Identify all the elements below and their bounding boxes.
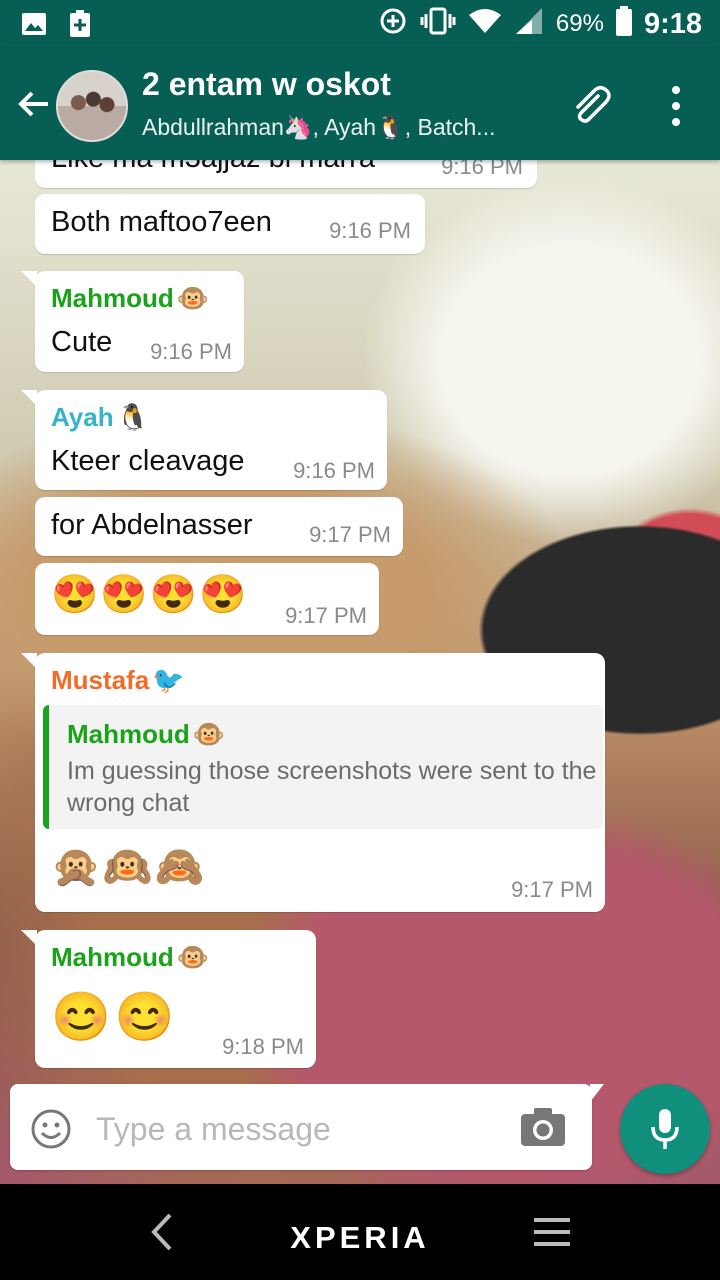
sender-name: Mahmoud [51,283,174,313]
message-time: 9:16 PM [293,458,375,483]
smiley-icon[interactable] [30,1108,72,1150]
message-text: Both maftoo7een [51,206,272,238]
image-icon [20,10,48,38]
back-arrow-icon[interactable] [14,84,54,124]
message-time: 9:17 PM [285,603,367,628]
status-bar: 69% 9:18 [0,0,720,48]
quote-text: Im guessing those screenshots were sent … [67,757,597,817]
clock: 9:18 [643,7,702,40]
data-saver-icon [378,6,408,43]
quote-sender-name: Mahmoud [67,719,190,749]
quote-sender: Mahmoud 🐵 [67,719,225,750]
more-vert-icon[interactable] [660,84,692,128]
sender-emoji: 🐧 [116,402,149,432]
message-bubble[interactable]: 😍😍😍😍 9:17 PM [35,563,379,635]
camera-icon[interactable] [520,1106,566,1148]
chat-header: 2 entam w oskot Abdullrahman🦄, Ayah🐧, Ba… [0,48,720,160]
mic-button[interactable] [620,1084,710,1174]
message-time: 9:17 PM [511,877,593,902]
message-text: for Abdelnasser [51,509,253,541]
message-input[interactable] [94,1102,498,1156]
compose-bar [10,1084,604,1170]
sender-emoji: 🐦 [152,665,185,695]
message-sender: Mustafa 🐦 [51,665,185,696]
message-time: 9:16 PM [329,218,411,243]
quoted-message[interactable]: Mahmoud 🐵 Im guessing those screenshots w… [43,705,603,829]
message-bubble[interactable]: Like ma m3ajjaz bi marra 9:16 PM [35,160,537,188]
message-text: Cute [51,326,113,358]
message-time: 9:16 PM [150,339,232,364]
sender-name: Mahmoud [51,942,174,972]
signal-icon [514,6,544,43]
message-bubble[interactable]: Both maftoo7een 9:16 PM [35,194,425,254]
message-bubble[interactable]: Mahmoud 🐵 Cute 9:16 PM [21,271,244,372]
message-sender: Ayah 🐧 [51,402,149,433]
message-time: 9:17 PM [309,522,391,547]
vibrate-icon [420,6,456,43]
chat-title[interactable]: 2 entam w oskot [142,66,391,103]
plus-icon [66,10,94,38]
wifi-icon [468,7,502,42]
message-emojis: 😍😍😍😍 [51,574,249,616]
system-nav-bar: XPERIA [0,1184,720,1280]
message-text: Kteer cleavage [51,445,245,477]
sender-emoji: 🐵 [176,942,210,972]
attach-icon[interactable] [568,82,614,128]
sender-name: Ayah [51,402,114,432]
nav-menu-icon[interactable] [532,1216,572,1248]
message-bubble[interactable]: Mahmoud 🐵 😊😊 9:18 PM [21,930,316,1068]
message-bubble[interactable]: for Abdelnasser 9:17 PM [35,497,403,556]
quote-sender-emoji: 🐵 [192,719,226,749]
message-text: Like ma m3ajjaz bi marra [51,160,375,175]
battery-icon [615,5,632,43]
message-bubble[interactable]: Ayah 🐧 Kteer cleavage 9:16 PM [21,390,387,490]
group-avatar[interactable] [56,70,128,142]
message-time: 9:18 PM [222,1034,304,1059]
battery-percent: 69% [555,10,604,37]
message-sender: Mahmoud 🐵 [51,283,209,314]
brand-logo: XPERIA [290,1220,430,1255]
message-emojis: 😊😊 [51,991,179,1044]
chat-participants[interactable]: Abdullrahman🦄, Ayah🐧, Batch... [142,114,495,141]
message-time: 9:16 PM [441,160,523,179]
sender-name: Mustafa [51,665,150,695]
sender-emoji: 🐵 [176,283,210,313]
message-bubble[interactable]: Mustafa 🐦 Mahmoud 🐵 Im guessing those scre… [21,653,605,912]
message-emojis: 🙊🙉🙈 [51,845,207,889]
message-sender: Mahmoud 🐵 [51,942,209,973]
message-list[interactable]: Like ma m3ajjaz bi marra 9:16 PM Both ma… [0,160,720,1184]
mic-icon [651,1109,679,1149]
